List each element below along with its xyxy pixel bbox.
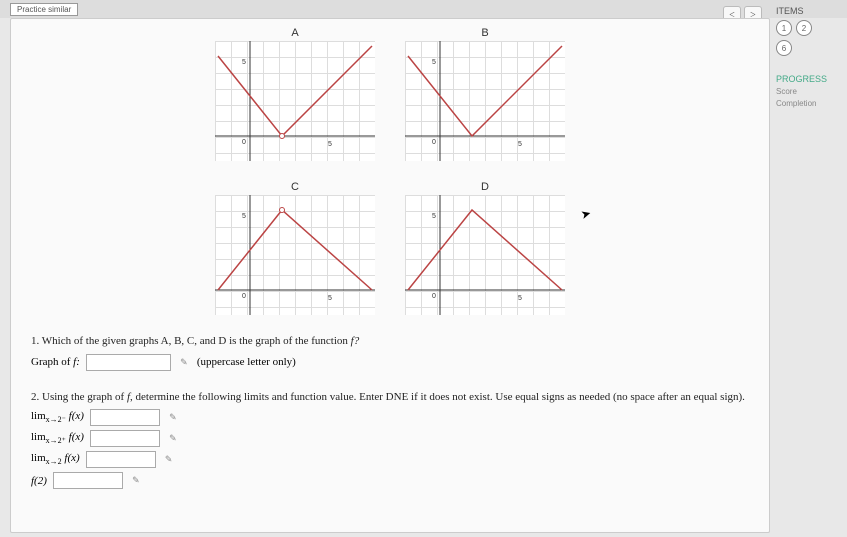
completion-label: Completion [772,99,847,108]
sidebar: ITEMS 1 2 6 PROGRESS Score Completion [772,6,847,108]
q1-input-row: Graph of f: ✎ (uppercase letter only) [31,354,749,371]
items-title: ITEMS [772,6,847,16]
wand-icon[interactable]: ✎ [129,474,143,488]
wand-icon[interactable]: ✎ [162,453,176,467]
svg-text:5: 5 [432,213,436,220]
graph-b: B 0 5 5 [405,27,565,161]
f2-input[interactable] [53,472,123,489]
main-panel: A 0 5 5 B 0 5 5 C 0 [10,18,770,533]
score-label: Score [772,87,847,96]
svg-text:5: 5 [242,59,246,66]
wand-icon[interactable]: ✎ [166,411,180,425]
svg-text:5: 5 [242,213,246,220]
limit-right-label: limx→2⁺ f(x) [31,431,84,445]
svg-text:5: 5 [432,59,436,66]
graph-d: D 0 5 5 [405,181,565,315]
svg-text:0: 0 [242,293,246,300]
item-6[interactable]: 6 [776,40,792,56]
graph-a-label: A [215,27,375,39]
svg-text:5: 5 [518,141,522,148]
svg-text:0: 0 [242,139,246,146]
q1-hint: (uppercase letter only) [197,356,296,368]
limit-left-input[interactable] [90,409,160,426]
graph-b-label: B [405,27,565,39]
graphs-container: A 0 5 5 B 0 5 5 C 0 [190,27,590,315]
top-bar: Practice similar [0,0,847,18]
graph-answer-input[interactable] [86,354,171,371]
svg-text:0: 0 [432,293,436,300]
practice-similar-button[interactable]: Practice similar [10,3,78,16]
f2-label: f(2) [31,475,47,487]
question-1: 1. Which of the given graphs A, B, C, an… [31,333,749,350]
item-2[interactable]: 2 [796,20,812,36]
q1-label: Graph of f: [31,356,80,368]
limit-input[interactable] [86,451,156,468]
graph-a: A 0 5 5 [215,27,375,161]
graph-c-label: C [215,181,375,193]
q2-row-3: f(2) ✎ [31,472,749,489]
limit-right-input[interactable] [90,430,160,447]
wand-icon[interactable]: ✎ [177,355,191,369]
svg-text:5: 5 [328,295,332,302]
graph-d-label: D [405,181,565,193]
question-2: 2. Using the graph of f, determine the f… [31,389,749,406]
q2-row-1: limx→2⁺ f(x) ✎ [31,430,749,447]
wand-icon[interactable]: ✎ [166,432,180,446]
item-1[interactable]: 1 [776,20,792,36]
q2-row-0: limx→2⁻ f(x) ✎ [31,409,749,426]
limit-left-label: limx→2⁻ f(x) [31,410,84,424]
graph-c: C 0 5 5 [215,181,375,315]
limit-label: limx→2 f(x) [31,452,80,466]
svg-text:5: 5 [328,141,332,148]
q2-row-2: limx→2 f(x) ✎ [31,451,749,468]
svg-text:0: 0 [432,139,436,146]
progress-title: PROGRESS [772,74,847,84]
svg-text:5: 5 [518,295,522,302]
